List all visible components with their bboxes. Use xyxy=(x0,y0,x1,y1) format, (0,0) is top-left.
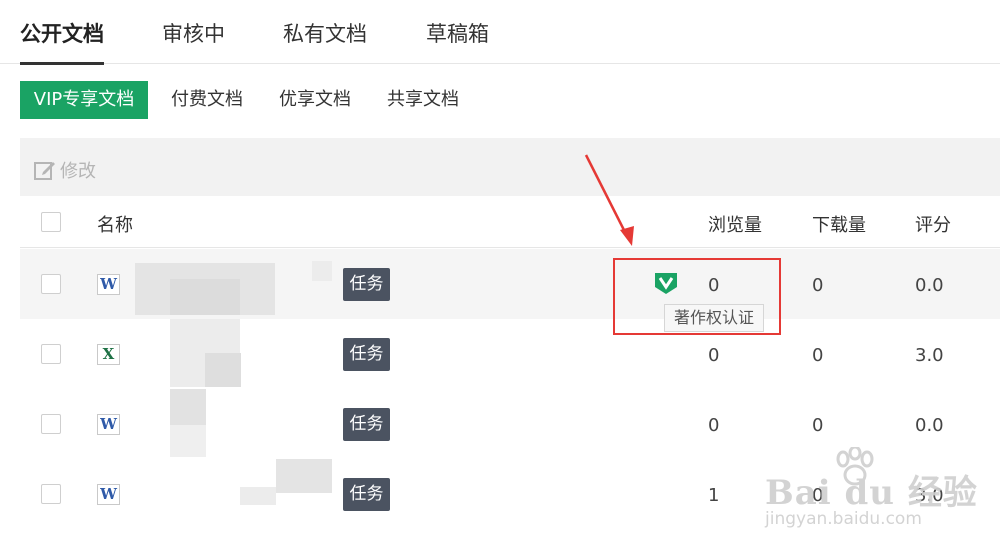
table-row[interactable]: W 任务 0 0 0.0 xyxy=(20,249,1000,319)
table-header: 名称 浏览量 下载量 评分 xyxy=(20,196,1000,248)
redacted-title xyxy=(170,425,206,457)
views-count: 1 xyxy=(708,485,720,506)
redacted-title xyxy=(170,389,206,425)
main-tab-bar: 公开文档 审核中 私有文档 草稿箱 xyxy=(0,0,1000,65)
copyright-tooltip: 著作权认证 xyxy=(664,304,764,332)
rating-value: 0.0 xyxy=(915,415,944,436)
select-all-checkbox[interactable] xyxy=(41,212,61,232)
task-badge[interactable]: 任务 xyxy=(343,408,390,441)
tab-public-docs[interactable]: 公开文档 xyxy=(20,18,104,65)
tab-private-docs[interactable]: 私有文档 xyxy=(283,18,367,48)
subtab-vip-docs[interactable]: VIP专享文档 xyxy=(20,81,148,119)
row-checkbox[interactable] xyxy=(41,484,61,504)
tab-under-review[interactable]: 审核中 xyxy=(162,18,225,48)
edit-button[interactable]: 修改 xyxy=(34,157,96,183)
views-count: 0 xyxy=(708,415,720,436)
redacted-title xyxy=(276,459,332,493)
downloads-count: 0 xyxy=(812,275,824,296)
table-row[interactable]: X 任务 0 0 3.0 xyxy=(20,319,1000,389)
toolbar: 修改 xyxy=(20,138,1000,196)
subtab-paid-docs[interactable]: 付费文档 xyxy=(171,81,243,119)
header-rating[interactable]: 评分 xyxy=(915,211,951,237)
task-badge[interactable]: 任务 xyxy=(343,268,390,301)
baidu-jingyan-watermark: Bai du 经验 jingyan.baidu.com xyxy=(765,447,995,537)
word-file-icon: W xyxy=(97,414,120,435)
task-badge[interactable]: 任务 xyxy=(343,338,390,371)
subtab-shared-docs[interactable]: 共享文档 xyxy=(387,81,459,119)
downloads-count: 0 xyxy=(812,415,824,436)
subtab-premium-docs[interactable]: 优享文档 xyxy=(279,81,351,119)
redacted-title xyxy=(170,279,240,315)
redacted-title xyxy=(205,353,241,387)
row-checkbox[interactable] xyxy=(41,344,61,364)
watermark-url-text: jingyan.baidu.com xyxy=(765,509,922,529)
word-file-icon: W xyxy=(97,274,120,295)
rating-value: 0.0 xyxy=(915,275,944,296)
row-checkbox[interactable] xyxy=(41,274,61,294)
tab-drafts[interactable]: 草稿箱 xyxy=(426,18,489,48)
rating-value: 3.0 xyxy=(915,345,944,366)
edit-icon xyxy=(34,162,55,180)
redacted-title xyxy=(240,487,276,505)
header-name[interactable]: 名称 xyxy=(97,211,133,237)
word-file-icon: W xyxy=(97,484,120,505)
header-downloads[interactable]: 下载量 xyxy=(812,211,866,237)
redacted-title xyxy=(312,261,332,281)
edit-label: 修改 xyxy=(60,161,96,182)
header-views[interactable]: 浏览量 xyxy=(708,211,762,237)
excel-file-icon: X xyxy=(97,344,120,365)
row-checkbox[interactable] xyxy=(41,414,61,434)
task-badge[interactable]: 任务 xyxy=(343,478,390,511)
views-count: 0 xyxy=(708,345,720,366)
downloads-count: 0 xyxy=(812,345,824,366)
watermark-main-text: Bai du 经验 xyxy=(765,473,978,513)
annotation-arrow xyxy=(584,154,634,246)
